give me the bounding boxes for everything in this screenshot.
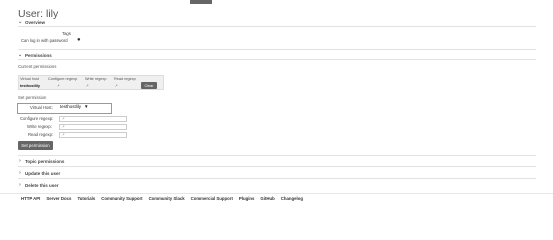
footer-link-plugins[interactable]: Plugins — [239, 196, 255, 201]
read-regexp-input[interactable]: .* — [59, 132, 127, 138]
divider — [18, 59, 536, 60]
footer-link-community-slack[interactable]: Community Slack — [149, 196, 185, 201]
delete-user-toggle[interactable]: › Delete this user — [18, 182, 59, 188]
footer-link-github[interactable]: GitHub — [260, 196, 274, 201]
divider — [18, 155, 536, 156]
permissions-section-toggle[interactable]: ⌄ Permissions — [18, 52, 52, 58]
topic-permissions-heading: Topic permissions — [25, 158, 65, 164]
column-header-read: Read regexp — [114, 77, 136, 81]
column-header-write: Write regexp — [85, 77, 107, 81]
update-user-heading: Update this user — [25, 170, 61, 176]
chevron-right-icon: › — [19, 182, 21, 188]
permissions-heading: Permissions — [25, 52, 52, 58]
update-user-toggle[interactable]: › Update this user — [18, 170, 60, 176]
cell-configure: .* — [57, 84, 60, 88]
clear-permission-button[interactable]: Clear — [141, 82, 157, 89]
overview-section-toggle[interactable]: ⌄ Overview — [18, 19, 45, 25]
footer-link-server-docs[interactable]: Server Docs — [46, 196, 71, 201]
footer-link-changelog[interactable]: Changelog — [281, 196, 303, 201]
footer-link-http-api[interactable]: HTTP API — [21, 196, 40, 201]
vhost-field-label: Virtual Host: — [30, 105, 53, 110]
vhost-select-value: testhostlily — [60, 104, 82, 109]
write-regexp-input[interactable]: .* — [59, 124, 127, 130]
set-permission-button[interactable]: Set permission — [18, 141, 53, 150]
topic-permissions-toggle[interactable]: › Topic permissions — [18, 158, 64, 164]
overview-heading: Overview — [25, 19, 46, 25]
dropdown-caret-icon: ▼ — [84, 104, 89, 109]
column-header-configure: Configure regexp — [48, 77, 78, 81]
read-field-label: Read regexp: — [28, 132, 54, 137]
active-nav-tab[interactable] — [190, 0, 212, 4]
set-permission-label: Set permission — [18, 95, 47, 100]
divider — [18, 166, 536, 167]
vhost-select[interactable]: testhostlily ▼ — [60, 104, 88, 109]
can-login-value: ● — [77, 37, 81, 43]
chevron-right-icon: › — [19, 158, 21, 164]
delete-user-heading: Delete this user — [25, 182, 59, 188]
current-permissions-label: Current permissions — [18, 64, 57, 69]
divider — [18, 178, 536, 179]
configure-regexp-input[interactable]: .* — [59, 116, 127, 122]
cell-read: .* — [115, 84, 118, 88]
chevron-right-icon: › — [19, 170, 21, 176]
cell-write: .* — [86, 84, 89, 88]
tags-label: Tags — [62, 31, 71, 36]
footer-link-community-support[interactable]: Community Support — [101, 196, 142, 201]
chevron-down-icon: ⌄ — [18, 52, 23, 58]
can-login-label: Can log in with password — [21, 38, 68, 43]
footer-link-commercial-support[interactable]: Commercial Support — [191, 196, 233, 201]
chevron-down-icon: ⌄ — [18, 19, 23, 25]
divider — [18, 49, 536, 50]
configure-field-label: Configure regexp: — [20, 116, 54, 121]
footer-link-tutorials[interactable]: Tutorials — [77, 196, 95, 201]
cell-vhost: testhostlily — [20, 84, 41, 88]
footer-links: HTTP API Server Docs Tutorials Community… — [0, 193, 553, 202]
column-header-vhost: Virtual host — [20, 77, 39, 81]
divider — [18, 26, 536, 27]
write-field-label: Write regexp: — [27, 124, 52, 129]
top-nav-bar — [0, 0, 553, 4]
